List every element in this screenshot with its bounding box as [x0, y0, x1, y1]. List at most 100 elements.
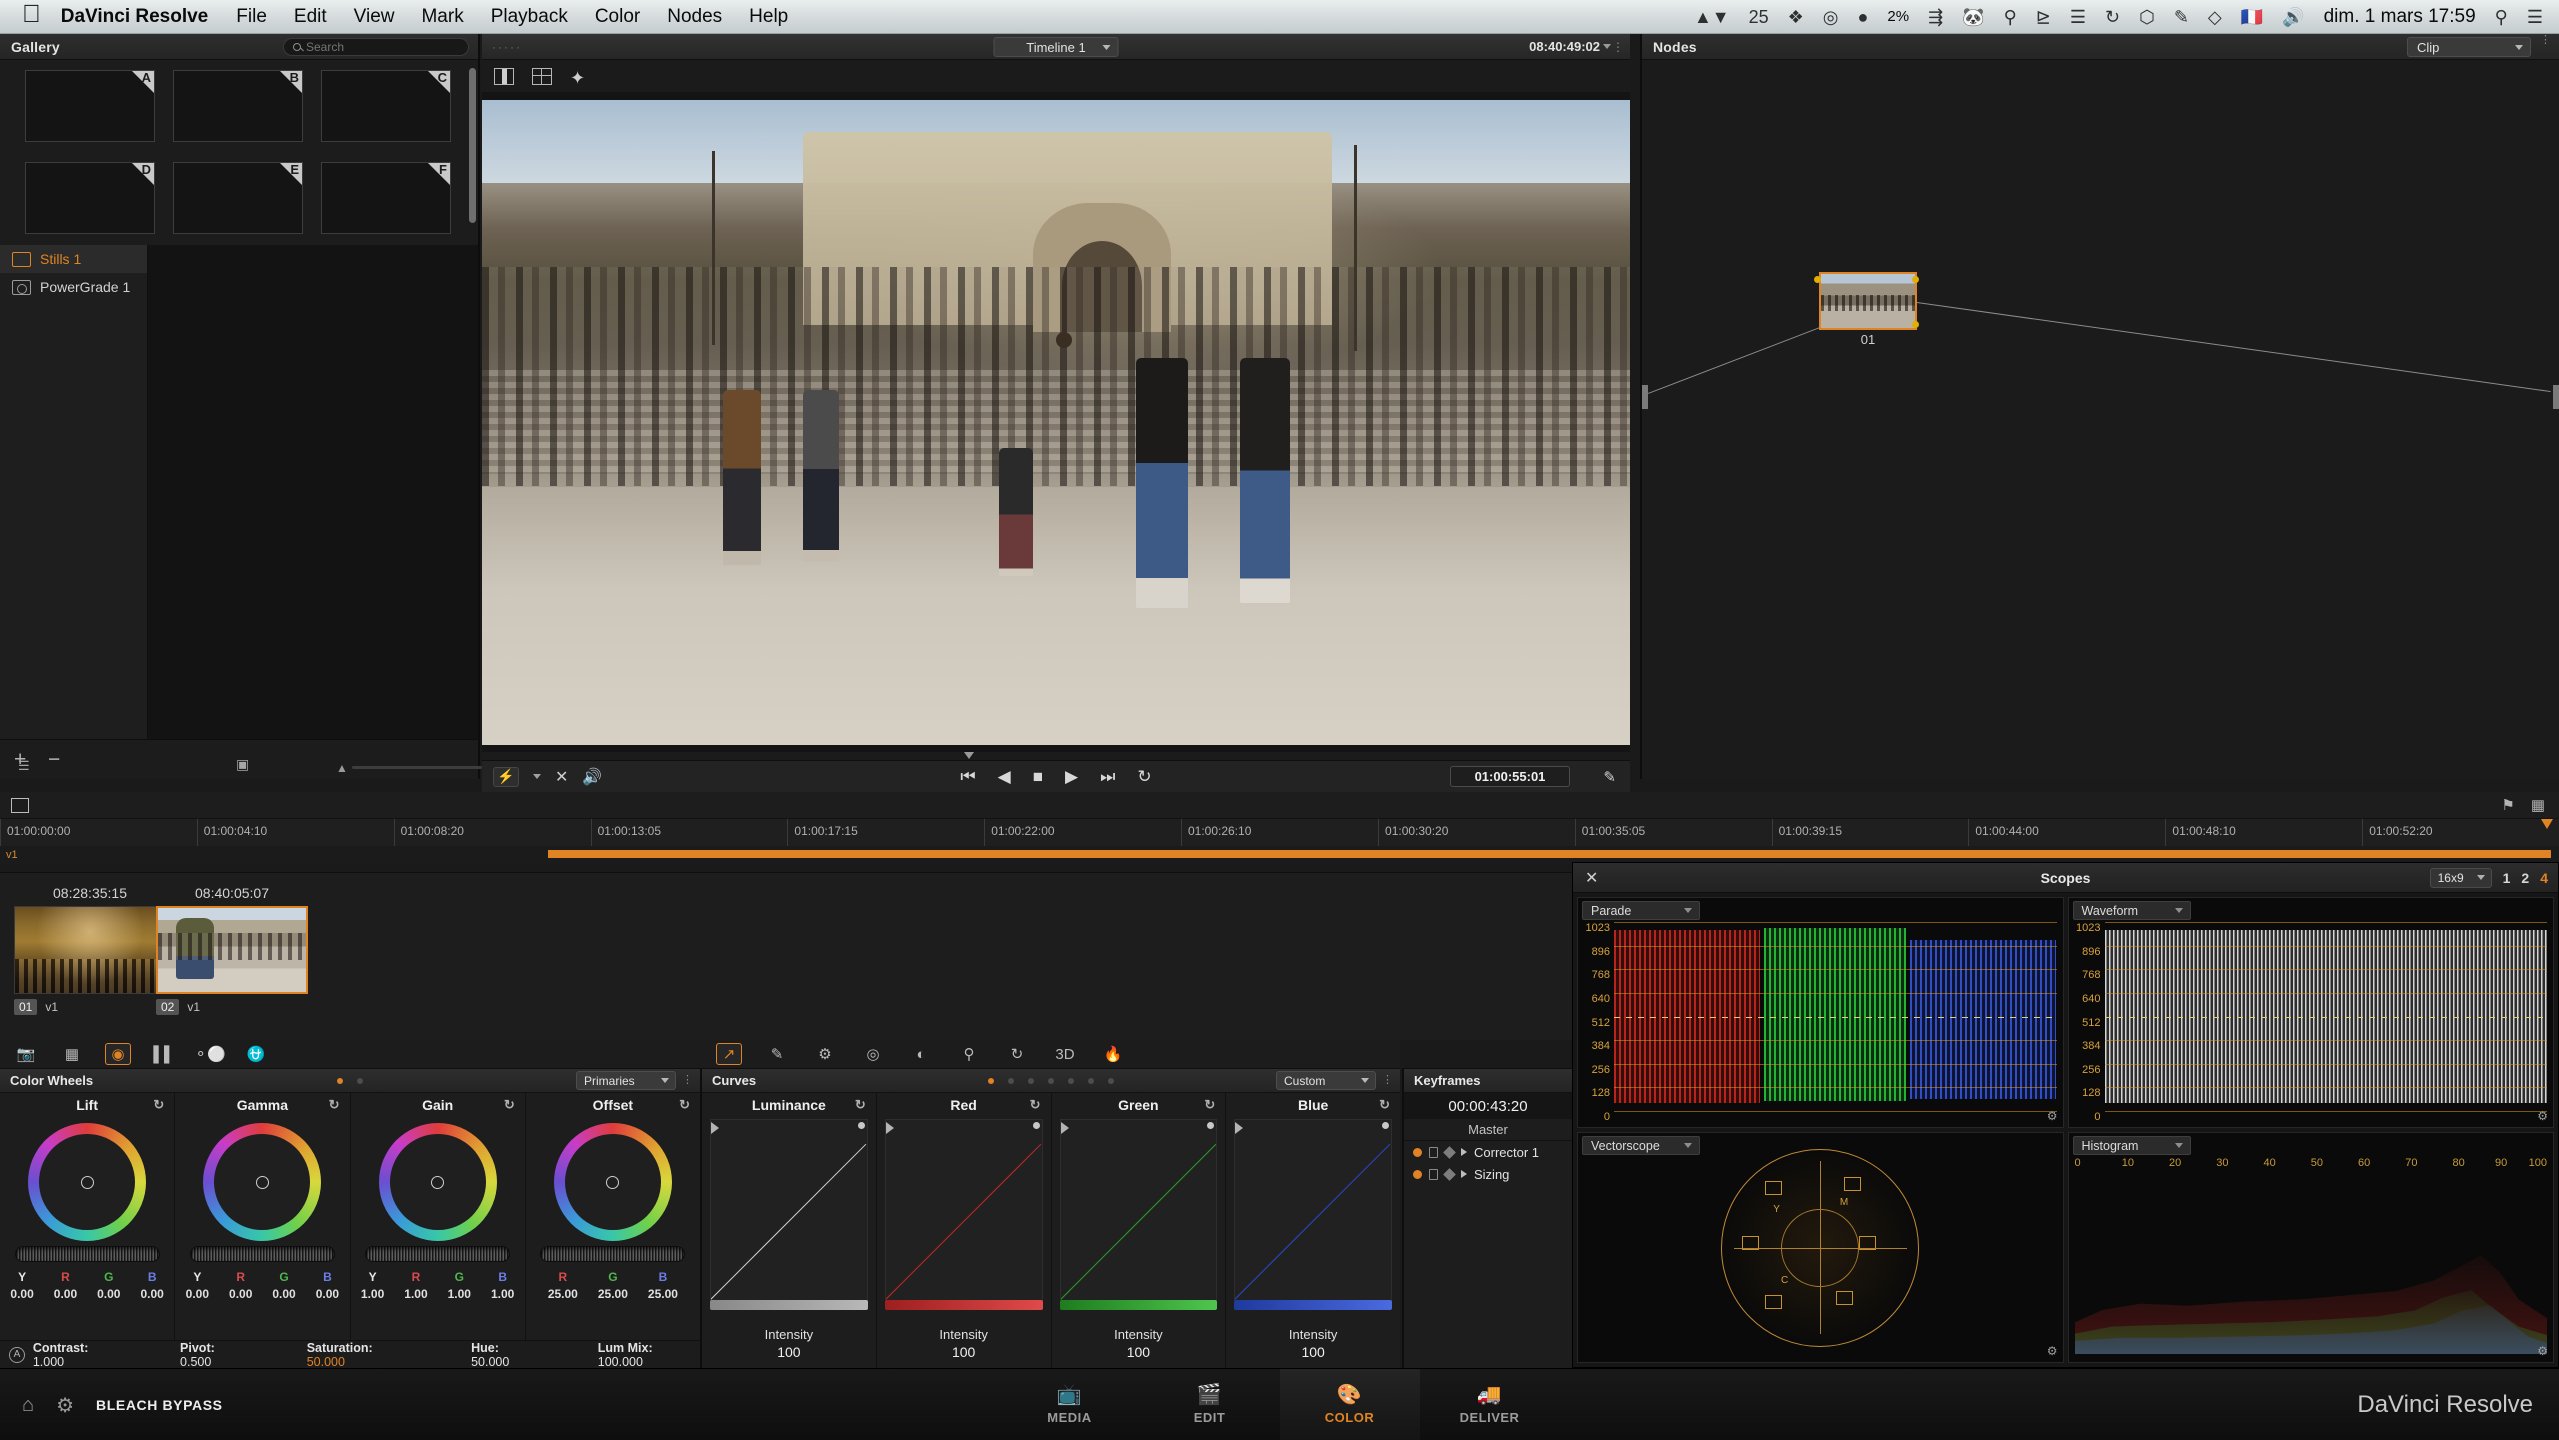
reset-icon[interactable]: ↻ — [1030, 1097, 1041, 1113]
volume-icon[interactable]: 🔊 — [2282, 8, 2304, 26]
red-curve-graph[interactable] — [884, 1119, 1043, 1301]
curves-mode-selector[interactable]: Custom — [1276, 1071, 1376, 1090]
viewer-record-timecode[interactable]: 01:00:55:01 — [1450, 766, 1570, 787]
color-wheels-page-dots[interactable] — [337, 1077, 363, 1084]
intensity-value[interactable]: 100 — [1052, 1344, 1226, 1360]
waveform-settings-icon[interactable]: ⚙ — [2537, 1109, 2548, 1123]
curves-options-icon[interactable]: ⋮ — [1382, 1075, 1393, 1086]
highlight-icon[interactable]: ⚡ — [493, 766, 519, 787]
flag-icon[interactable]: ⚑ — [2501, 796, 2514, 814]
keyframe-row-corrector-1[interactable]: Corrector 1 — [1404, 1141, 1572, 1163]
network-monitor-icon[interactable]: ▲▼ — [1694, 8, 1730, 26]
scopes-layout-4[interactable]: 4 — [2540, 870, 2548, 886]
histogram-settings-icon[interactable]: ⚙ — [2537, 1344, 2548, 1358]
channel-value[interactable]: 1.00 — [361, 1287, 384, 1301]
sizing-icon[interactable]: ↻ — [1004, 1043, 1030, 1065]
channel-value[interactable]: 0.00 — [54, 1287, 77, 1301]
reset-icon[interactable]: ↻ — [679, 1097, 690, 1113]
eyedropper-icon[interactable]: ✎ — [2174, 8, 2189, 26]
power-windows-icon[interactable]: ⚙ — [812, 1043, 838, 1065]
contrast-control[interactable]: Contrast: 1.000 — [33, 1341, 122, 1369]
jump-to-end-icon[interactable]: ⏭ — [1100, 767, 1115, 787]
still-thumbnail[interactable]: B — [173, 70, 303, 142]
dynamic-trim-icon[interactable]: ✎ — [1603, 768, 1616, 786]
stop-icon[interactable]: ■ — [1033, 767, 1043, 787]
gain-wheel[interactable] — [378, 1123, 497, 1241]
parade-settings-icon[interactable]: ⚙ — [2047, 1109, 2058, 1123]
histogram-selector[interactable]: Histogram — [2072, 1136, 2191, 1155]
node-01[interactable] — [1819, 272, 1917, 330]
wheel-knob[interactable] — [80, 1175, 94, 1189]
color-match-icon[interactable]: ▦ — [59, 1043, 85, 1065]
nodes-scope-selector[interactable]: Clip — [2407, 37, 2531, 57]
data-burn-icon[interactable]: 🔥 — [1100, 1043, 1126, 1065]
wheel-knob[interactable] — [431, 1175, 445, 1189]
lock-icon[interactable] — [1429, 1168, 1438, 1180]
node-input-dot[interactable] — [1814, 276, 1821, 283]
menu-nodes[interactable]: Nodes — [667, 6, 722, 28]
curve-white-point[interactable] — [1032, 1122, 1040, 1129]
color-match-wheel-icon[interactable]: ⛎ — [243, 1043, 269, 1065]
pivot-control[interactable]: Pivot: 0.500 — [180, 1341, 249, 1369]
luminance-curve-graph[interactable] — [710, 1119, 868, 1301]
grid-view-icon[interactable] — [532, 67, 552, 85]
channel-value[interactable]: 25.00 — [598, 1287, 628, 1301]
viewer-grip-icon[interactable]: ····· — [482, 40, 522, 54]
curve-black-handle[interactable] — [711, 1122, 719, 1134]
scope-waveform[interactable]: Waveform 1023 896 768 640 512 384 256 12… — [2067, 897, 2554, 1128]
nodes-canvas[interactable]: 01 — [1642, 60, 2559, 779]
gallery-split-icon[interactable]: ▣ — [236, 756, 249, 773]
tab-edit[interactable]: 🎬 EDIT — [1140, 1369, 1280, 1440]
search-input[interactable] — [306, 40, 456, 54]
tab-media[interactable]: 📺 MEDIA — [1000, 1369, 1140, 1440]
rgb-mixer-icon[interactable]: ▌▌ — [151, 1043, 177, 1065]
gamma-wheel[interactable] — [203, 1123, 322, 1241]
reset-icon[interactable]: ↻ — [855, 1097, 866, 1113]
menu-mark[interactable]: Mark — [421, 6, 463, 28]
curve-white-point[interactable] — [1207, 1122, 1215, 1129]
chevron-down-icon[interactable] — [1603, 44, 1611, 49]
vectorscope-settings-icon[interactable]: ⚙ — [2047, 1344, 2058, 1358]
menu-playback[interactable]: Playback — [491, 6, 568, 28]
keyframe-diamond-icon[interactable] — [1443, 1145, 1456, 1159]
menu-file[interactable]: File — [236, 6, 267, 28]
timeline-options-icon[interactable]: ▦ — [2531, 796, 2545, 814]
bartender-icon[interactable]: ⚲ — [2004, 8, 2017, 26]
auto-balance-icon[interactable]: A — [9, 1346, 25, 1363]
reset-icon[interactable]: ↻ — [153, 1097, 164, 1113]
levels-icon[interactable]: ☰ — [2070, 8, 2086, 26]
lock-icon[interactable] — [1429, 1146, 1438, 1158]
still-thumbnail[interactable]: C — [321, 70, 451, 142]
tab-deliver[interactable]: 🚚 DELIVER — [1420, 1369, 1560, 1440]
gallery-zoom-slider[interactable] — [352, 766, 482, 769]
saturation-control[interactable]: Saturation: 50.000 — [307, 1341, 413, 1369]
color-wheels-options-icon[interactable]: ⋮ — [682, 1075, 693, 1086]
color-wheels-icon[interactable]: ◉ — [105, 1043, 131, 1065]
tab-color[interactable]: 🎨 COLOR — [1279, 1369, 1420, 1440]
gallery-zoom-handle[interactable]: ▲ — [336, 761, 348, 775]
blue-intensity-bar[interactable] — [1234, 1300, 1392, 1310]
scopes-layout-1[interactable]: 1 — [2503, 870, 2511, 886]
wheel-knob[interactable] — [255, 1175, 269, 1189]
offset-wheel[interactable] — [553, 1123, 672, 1241]
green-curve-graph[interactable] — [1059, 1119, 1218, 1301]
still-thumbnail[interactable]: A — [25, 70, 155, 142]
3d-icon[interactable]: 3D — [1052, 1043, 1078, 1065]
blur-icon[interactable]: ◐ — [908, 1043, 934, 1065]
curves-icon[interactable]: ↗ — [716, 1043, 742, 1065]
timeline-clip-bar[interactable] — [548, 850, 2551, 858]
motion-effects-icon[interactable]: ⚬⚪ — [194, 1043, 225, 1065]
lift-wheel[interactable] — [28, 1123, 147, 1241]
curve-white-point[interactable] — [1382, 1122, 1389, 1129]
menu-view[interactable]: View — [354, 6, 395, 28]
reset-icon[interactable]: ↻ — [504, 1097, 515, 1113]
curve-white-point[interactable] — [857, 1122, 865, 1129]
still-thumbnail[interactable]: F — [321, 161, 451, 234]
loop-icon[interactable]: ↻ — [1137, 767, 1151, 787]
wheel-knob[interactable] — [606, 1175, 620, 1189]
viewer-options-icon[interactable]: ⋮ — [1612, 41, 1624, 53]
green-intensity-bar[interactable] — [1059, 1300, 1218, 1310]
notification-center-icon[interactable]: ☰ — [2527, 8, 2543, 26]
node-output-connector[interactable] — [2553, 385, 2559, 409]
gain-master-ring[interactable] — [365, 1246, 511, 1262]
